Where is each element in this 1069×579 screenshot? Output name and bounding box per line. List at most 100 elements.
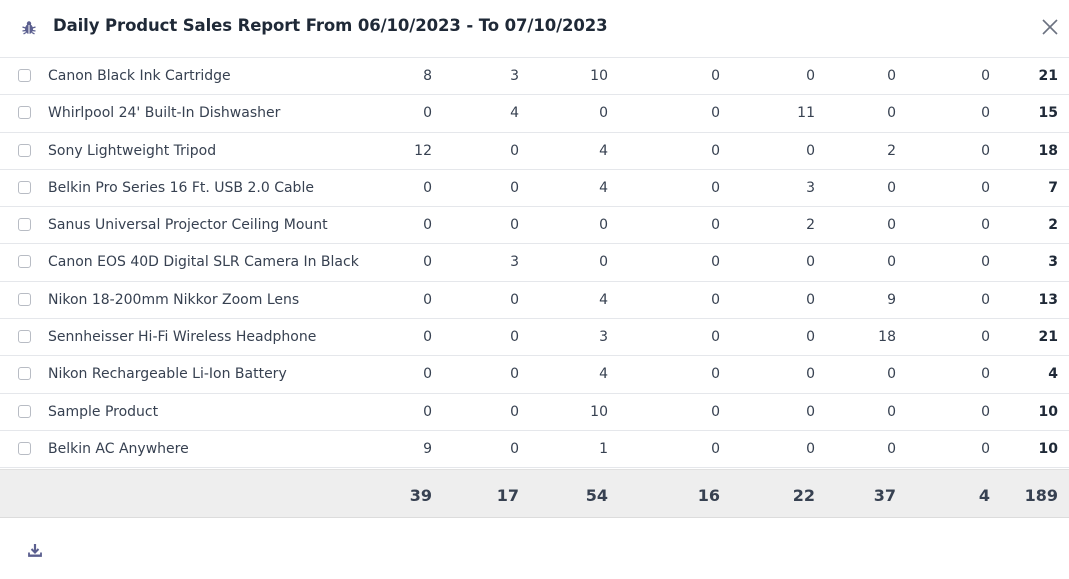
sales-value-cell: 4	[510, 105, 519, 122]
sales-value-cell: 2	[887, 142, 896, 159]
row-total-cell: 4	[1048, 366, 1058, 383]
row-checkbox[interactable]	[18, 441, 31, 455]
sales-value-cell: 0	[981, 440, 990, 457]
sales-value-cell: 0	[423, 329, 432, 346]
sales-value-cell: 1	[599, 440, 608, 457]
bug-icon	[22, 21, 36, 35]
row-checkbox[interactable]	[18, 143, 31, 157]
sales-value-cell: 0	[887, 440, 896, 457]
product-name: Canon Black Ink Cartridge	[48, 68, 231, 84]
sales-value-cell: 0	[711, 254, 720, 271]
sales-value-cell: 0	[510, 403, 519, 420]
row-checkbox[interactable]	[18, 69, 31, 82]
column-total-cell: 16	[697, 486, 720, 505]
grand-total-cell: 189	[1024, 486, 1058, 505]
sales-value-cell: 0	[711, 142, 720, 159]
product-name: Nikon Rechargeable Li-Ion Battery	[48, 366, 287, 383]
sales-value-cell: 4	[599, 291, 608, 308]
sales-value-cell: 3	[806, 179, 815, 196]
column-total-cell: 54	[585, 486, 608, 505]
close-button[interactable]	[1040, 17, 1060, 37]
sales-value-cell: 0	[806, 403, 815, 420]
sales-value-cell: 4	[599, 179, 608, 196]
table-row: Sanus Universal Projector Ceiling Mount 0…	[0, 207, 1069, 245]
product-name: Sennheisser Hi-Fi Wireless Headphone	[48, 329, 317, 346]
product-name: Sample Product	[48, 403, 159, 420]
sales-value-cell: 0	[510, 440, 519, 457]
sales-value-cell: 0	[981, 179, 990, 196]
sales-value-cell: 0	[981, 68, 990, 84]
row-total-cell: 10	[1038, 440, 1058, 457]
sales-value-cell: 0	[510, 329, 519, 346]
sales-value-cell: 0	[981, 142, 990, 159]
row-checkbox[interactable]	[18, 218, 31, 232]
sales-value-cell: 3	[599, 329, 608, 346]
sales-value-cell: 0	[423, 105, 432, 122]
sales-value-cell: 0	[806, 254, 815, 271]
sales-value-cell: 0	[981, 366, 990, 383]
row-total-cell: 15	[1038, 105, 1058, 122]
sales-value-cell: 0	[981, 403, 990, 420]
download-button[interactable]	[27, 543, 43, 559]
sales-value-cell: 3	[510, 68, 519, 84]
column-total-cell: 37	[873, 486, 896, 505]
sales-value-cell: 0	[806, 68, 815, 84]
product-name: Sony Lightweight Tripod	[48, 142, 217, 159]
sales-value-cell: 0	[981, 105, 990, 122]
dialog-header: Daily Product Sales Report From 06/10/20…	[0, 0, 1069, 58]
row-total-cell: 3	[1048, 254, 1058, 271]
sales-value-cell: 0	[510, 291, 519, 308]
sales-value-cell: 9	[423, 440, 432, 457]
row-checkbox[interactable]	[18, 330, 31, 344]
sales-value-cell: 12	[414, 142, 432, 159]
table-row: Sony Lightweight Tripod 12 0 4 0 0 2 0 18	[0, 133, 1069, 170]
sales-value-cell: 0	[711, 329, 720, 346]
sales-value-cell: 0	[711, 291, 720, 308]
row-checkbox[interactable]	[18, 404, 31, 418]
sales-value-cell: 0	[711, 68, 720, 84]
row-checkbox[interactable]	[18, 292, 31, 306]
sales-report-dialog: Daily Product Sales Report From 06/10/20…	[0, 0, 1069, 579]
sales-value-cell: 0	[806, 329, 815, 346]
sales-value-cell: 0	[711, 217, 720, 234]
sales-value-cell: 0	[711, 366, 720, 383]
sales-value-cell: 0	[711, 179, 720, 196]
product-name: Sanus Universal Projector Ceiling Mount	[48, 217, 328, 234]
sales-value-cell: 4	[599, 366, 608, 383]
sales-value-cell: 0	[887, 105, 896, 122]
table-totals-row: 39 17 54 16 22 37 4 189	[0, 469, 1069, 518]
sales-value-cell: 3	[510, 254, 519, 271]
sales-value-cell: 0	[981, 254, 990, 271]
sales-value-cell: 9	[887, 291, 896, 308]
sales-value-cell: 18	[878, 329, 896, 346]
sales-value-cell: 0	[887, 68, 896, 84]
close-icon	[1042, 19, 1058, 35]
column-total-cell: 22	[792, 486, 815, 505]
table-row: Belkin AC Anywhere 9 0 1 0 0 0 0 10	[0, 431, 1069, 469]
sales-value-cell: 0	[423, 254, 432, 271]
table-row: Canon EOS 40D Digital SLR Camera In Blac…	[0, 244, 1069, 282]
table-row: Belkin Pro Series 16 Ft. USB 2.0 Cable 0 0…	[0, 170, 1069, 208]
sales-value-cell: 0	[711, 440, 720, 457]
sales-value-cell: 0	[423, 291, 432, 308]
sales-value-cell: 0	[711, 105, 720, 122]
sales-value-cell: 8	[423, 68, 432, 84]
row-total-cell: 2	[1048, 217, 1058, 234]
product-name: Canon EOS 40D Digital SLR Camera In Blac…	[48, 254, 359, 271]
sales-value-cell: 0	[423, 366, 432, 383]
sales-value-cell: 0	[510, 366, 519, 383]
row-total-cell: 13	[1038, 291, 1058, 308]
row-checkbox[interactable]	[18, 367, 31, 381]
sales-value-cell: 0	[599, 105, 608, 122]
row-checkbox[interactable]	[18, 255, 31, 269]
table-row: Canon Black Ink Cartridge 8 3 10 0 0 0 0 21	[0, 58, 1069, 96]
product-name: Belkin AC Anywhere	[48, 440, 189, 457]
sales-value-cell: 0	[423, 403, 432, 420]
product-name: Whirlpool 24' Built-In Dishwasher	[48, 105, 281, 122]
row-checkbox[interactable]	[18, 180, 31, 194]
column-total-cell: 17	[496, 486, 519, 505]
row-total-cell: 10	[1038, 403, 1058, 420]
row-checkbox[interactable]	[18, 106, 31, 120]
sales-value-cell: 10	[590, 68, 608, 84]
sales-value-cell: 0	[599, 254, 608, 271]
